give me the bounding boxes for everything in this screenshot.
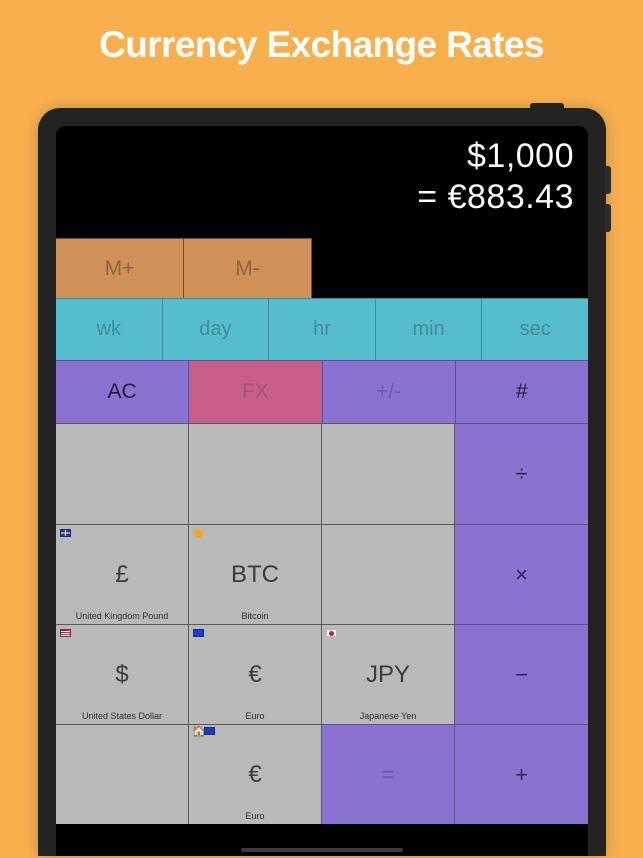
memory-minus-key[interactable]: M- [184,238,312,298]
currency-key-jpy[interactable]: JPY Japanese Yen [322,624,455,724]
currency-key-eur[interactable]: € Euro [189,624,322,724]
currency-name-label: Japanese Yen [359,711,417,721]
calculator-display: $1,000 = €883.43 [56,126,588,238]
empty-key-1[interactable] [56,423,189,524]
currency-name-label: Euro [245,811,265,821]
empty-key-4[interactable] [322,524,455,624]
time-week-key[interactable]: wk [56,298,163,360]
equals-key[interactable]: = [322,724,455,824]
uk-flag-icon [60,529,71,537]
home-indicator[interactable] [241,848,403,852]
minus-key[interactable]: − [455,624,588,724]
memory-plus-key[interactable]: M+ [56,238,184,298]
time-day-key[interactable]: day [162,298,270,360]
display-result-value: = €883.43 [417,178,574,217]
tablet-screen: $1,000 = €883.43 M+ M- wk day hr min sec… [56,126,588,856]
sign-toggle-key[interactable]: +/- [322,360,456,423]
empty-key-3[interactable] [322,423,455,524]
empty-key-5[interactable] [56,724,189,824]
currency-name-label: United Kingdom Pound [75,611,169,621]
currency-key-usd[interactable]: $ United States Dollar [56,624,189,724]
divide-key[interactable]: ÷ [455,423,588,524]
hash-key[interactable]: # [455,360,588,423]
multiply-key[interactable]: × [455,524,588,624]
key-symbol: − [515,661,528,687]
key-symbol: $ [115,660,129,688]
key-symbol: + [515,761,528,787]
us-flag-icon [60,629,71,637]
tablet-device: $1,000 = €883.43 M+ M- wk day hr min sec… [38,103,611,856]
currency-name-label: Euro [245,711,265,721]
currency-keypad-grid: ÷ £ United Kingdom Pound BTC Bitcoin × $… [56,423,588,824]
currency-key-gbp[interactable]: £ United Kingdom Pound [56,524,189,624]
japan-flag-icon [326,629,337,637]
page-root: Currency Exchange Rates $1,000 = €883.43… [0,0,643,858]
time-unit-row: wk day hr min sec [56,298,588,360]
home-indicator-area [56,844,588,856]
currency-name-label: United States Dollar [81,711,163,721]
bitcoin-icon [194,529,203,538]
plus-key[interactable]: + [455,724,588,824]
key-symbol: JPY [365,660,410,688]
all-clear-key[interactable]: AC [56,360,190,423]
eu-flag-icon [204,727,215,735]
eu-flag-icon [193,629,204,637]
volume-down-button[interactable] [605,204,611,232]
currency-name-label: Bitcoin [241,611,269,621]
key-symbol: = [381,761,395,787]
key-symbol: × [515,561,528,587]
function-row: AC FX +/- # [56,360,588,423]
home-currency-key-eur[interactable]: 🏠 € Euro [189,724,322,824]
time-second-key[interactable]: sec [482,298,588,360]
memory-row: M+ M- [56,238,588,298]
fx-key[interactable]: FX [189,360,323,423]
power-button[interactable] [530,103,564,111]
key-symbol: € [248,660,262,688]
key-symbol: € [248,760,262,788]
currency-key-btc[interactable]: BTC Bitcoin [189,524,322,624]
key-symbol: ÷ [515,461,528,486]
time-minute-key[interactable]: min [375,298,483,360]
memory-row-filler [312,238,588,298]
key-symbol: £ [115,560,129,588]
empty-key-2[interactable] [189,423,322,524]
page-title: Currency Exchange Rates [99,24,544,65]
time-hour-key[interactable]: hr [269,298,376,360]
volume-up-button[interactable] [605,166,611,194]
key-symbol: BTC [231,560,279,588]
display-input-value: $1,000 [467,137,574,175]
